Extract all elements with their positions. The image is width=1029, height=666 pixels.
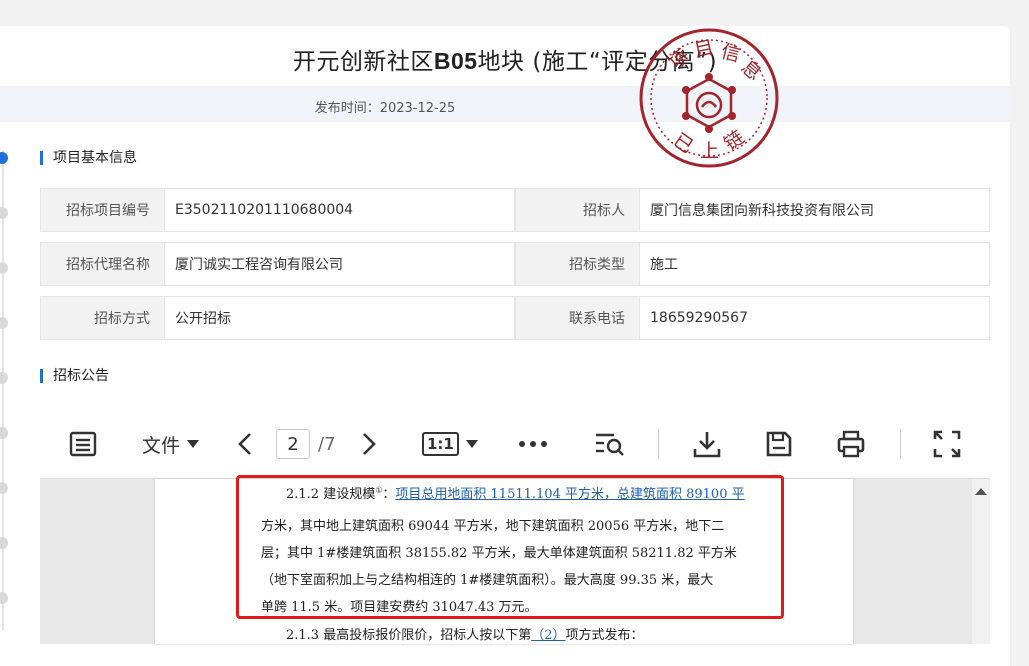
chevron-left-icon (238, 433, 251, 455)
info-row: 招标项目编号 E3502110201110680004 招标人 厦门信息集团向新… (40, 188, 990, 232)
search-text-icon[interactable] (594, 428, 626, 460)
timeline-dot[interactable] (0, 427, 8, 439)
page-title: 开元创新社区B05地块 (施工“评定分离”) (292, 48, 718, 75)
info-value: 公开招标 (165, 296, 515, 340)
print-icon[interactable] (836, 428, 866, 460)
toolbar-divider (658, 429, 659, 459)
info-label: 招标人 (515, 188, 640, 232)
timeline-dot[interactable] (0, 537, 8, 549)
timeline-dot[interactable] (0, 592, 8, 604)
toolbar-divider (900, 429, 901, 459)
info-value: 厦门信息集团向新科技投资有限公司 (640, 188, 990, 232)
info-value: 厦门诚实工程咨询有限公司 (165, 242, 515, 286)
svg-text:项: 项 (665, 46, 694, 75)
timeline-dot[interactable] (0, 482, 8, 494)
doc-line: 2.1.3 最高投标报价限价，招标人按以下第（2）项方式发布： (286, 628, 644, 643)
timeline-dot[interactable] (0, 207, 8, 219)
timeline-line (2, 150, 4, 630)
info-label: 招标方式 (40, 296, 165, 340)
caret-down-icon (465, 440, 478, 448)
svg-text:已: 已 (669, 129, 697, 158)
svg-text:上: 上 (700, 140, 719, 162)
more-icon[interactable] (518, 428, 548, 460)
section-title-basic-info: 项目基本信息 (40, 151, 137, 165)
page-indicator: 2 /7 (276, 428, 336, 460)
info-label: 招标项目编号 (40, 188, 165, 232)
timeline-dot[interactable] (0, 317, 8, 329)
file-menu-button[interactable]: 文件 (142, 428, 200, 460)
scroll-up-icon[interactable] (972, 485, 990, 499)
info-label: 招标代理名称 (40, 242, 165, 286)
svg-text:息: 息 (737, 56, 766, 85)
highlight-box (236, 475, 784, 619)
info-value: 18659290567 (640, 296, 990, 340)
viewer-scrollbar[interactable] (972, 479, 990, 644)
timeline-nav (0, 140, 8, 640)
timeline-dot[interactable] (0, 262, 8, 274)
download-icon[interactable] (692, 428, 722, 460)
file-menu-label: 文件 (142, 434, 181, 457)
info-row: 招标方式 公开招标 联系电话 18659290567 (40, 296, 990, 340)
save-icon[interactable] (764, 428, 794, 460)
svg-text:链: 链 (720, 126, 748, 155)
next-page-button[interactable] (360, 428, 378, 460)
info-label: 招标类型 (515, 242, 640, 286)
page-number-input[interactable]: 2 (276, 429, 310, 459)
info-value: 施工 (640, 242, 990, 286)
info-row: 招标代理名称 厦门诚实工程咨询有限公司 招标类型 施工 (40, 242, 990, 286)
caret-down-icon (187, 440, 200, 448)
info-label: 联系电话 (515, 296, 640, 340)
prev-page-button[interactable] (236, 428, 254, 460)
zoom-menu-button[interactable]: 1:1 (422, 428, 479, 460)
section-title-announcement: 招标公告 (40, 369, 109, 383)
total-pages: /7 (318, 433, 336, 455)
zoom-label: 1:1 (422, 432, 459, 456)
chevron-right-icon (363, 433, 376, 455)
timeline-dot[interactable] (0, 372, 8, 384)
timeline-dot-active[interactable] (0, 152, 8, 164)
info-value: E3502110201110680004 (165, 188, 515, 232)
pdf-toolbar: 文件 2 /7 1:1 (40, 410, 1010, 476)
outline-icon[interactable] (68, 428, 98, 460)
fullscreen-icon[interactable] (932, 428, 962, 460)
svg-text:信: 信 (719, 41, 743, 67)
chain-stamp-seal: 项 目 信 息 已 上 链 (639, 28, 779, 168)
